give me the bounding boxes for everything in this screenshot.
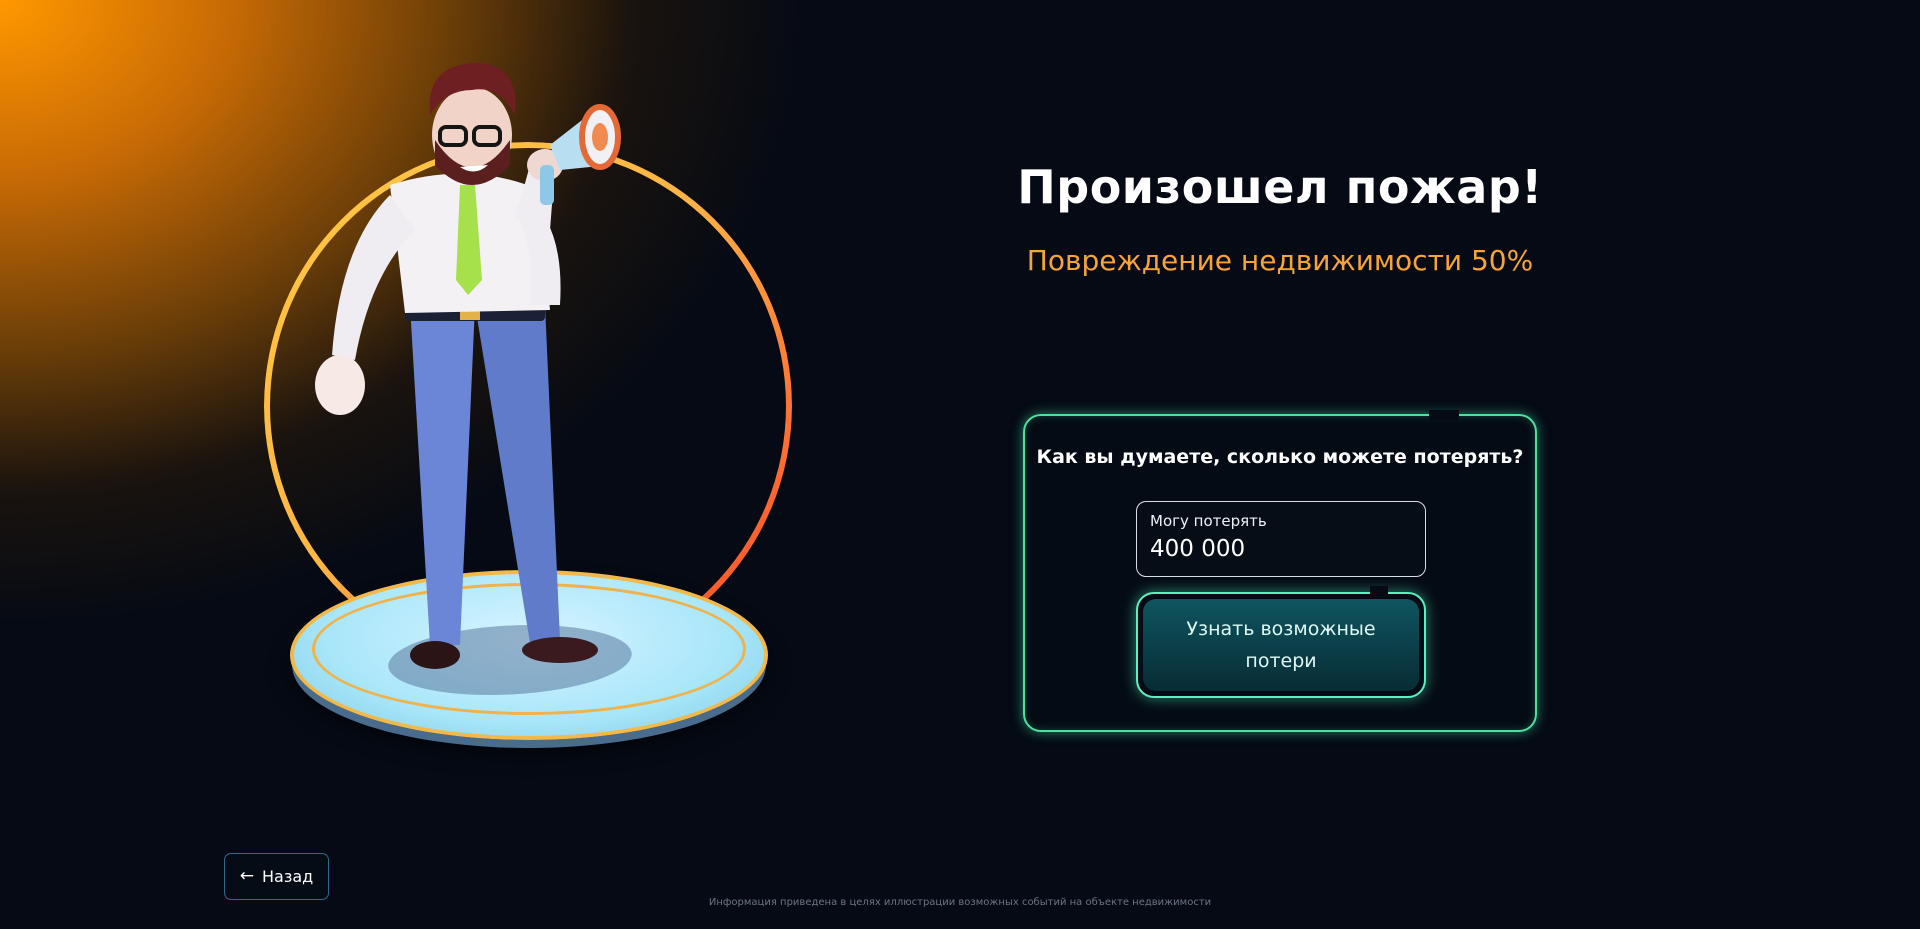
- arrow-left-icon: ←: [239, 866, 255, 886]
- question-text: Как вы думаете, сколько можете потерять?: [1036, 446, 1524, 468]
- back-button-label: Назад: [262, 867, 314, 886]
- page-title: Произошел пожар!: [1017, 160, 1543, 214]
- man-with-megaphone-icon: [315, 63, 621, 669]
- loss-estimate-card: Как вы думаете, сколько можете потерять?…: [1023, 410, 1537, 732]
- loss-amount-input[interactable]: [1150, 536, 1412, 562]
- back-button[interactable]: ← Назад: [224, 853, 329, 900]
- character-illustration: [260, 55, 800, 755]
- damage-subtitle: Повреждение недвижимости 50%: [1026, 244, 1534, 277]
- calculate-losses-label: Узнать возможные потери: [1143, 599, 1419, 691]
- disclaimer-text: Информация приведена в целях иллюстрации…: [708, 897, 1212, 908]
- calculate-losses-button[interactable]: Узнать возможные потери: [1136, 586, 1426, 698]
- card-notch: [1429, 410, 1459, 420]
- loss-amount-label: Могу потерять: [1150, 512, 1267, 530]
- button-notch: [1370, 586, 1388, 598]
- loss-amount-field[interactable]: Могу потерять: [1136, 501, 1426, 577]
